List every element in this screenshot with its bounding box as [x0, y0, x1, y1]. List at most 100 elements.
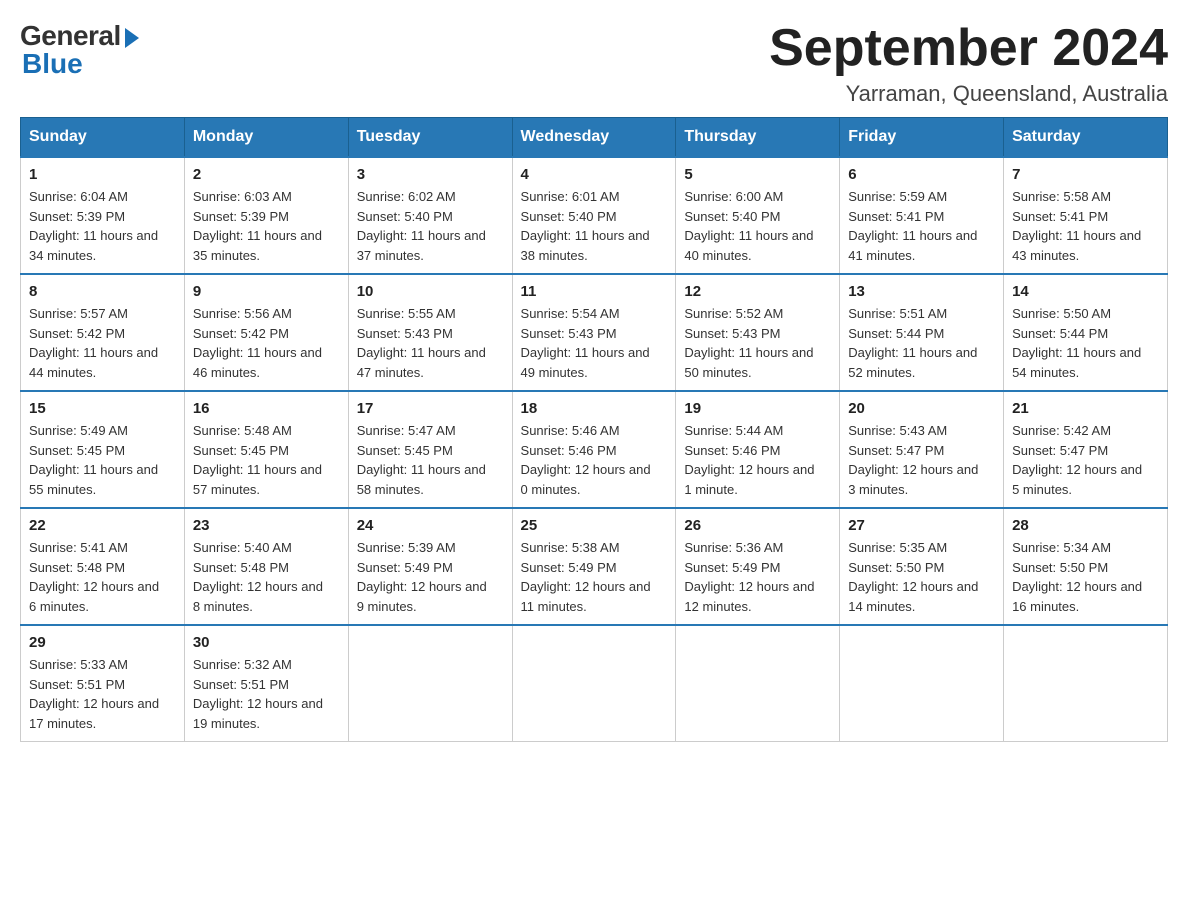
day-info: Sunrise: 6:03 AM Sunset: 5:39 PM Dayligh…: [193, 187, 340, 265]
day-info: Sunrise: 5:39 AM Sunset: 5:49 PM Dayligh…: [357, 538, 504, 616]
day-info: Sunrise: 5:41 AM Sunset: 5:48 PM Dayligh…: [29, 538, 176, 616]
calendar-cell: [1004, 625, 1168, 742]
calendar-cell: [840, 625, 1004, 742]
month-year-title: September 2024: [769, 20, 1168, 77]
header: General Blue September 2024 Yarraman, Qu…: [20, 20, 1168, 107]
calendar-cell: 22 Sunrise: 5:41 AM Sunset: 5:48 PM Dayl…: [21, 508, 185, 625]
day-number: 26: [684, 517, 831, 534]
weekday-header-row: SundayMondayTuesdayWednesdayThursdayFrid…: [21, 118, 1168, 158]
weekday-header-sunday: Sunday: [21, 118, 185, 158]
weekday-header-saturday: Saturday: [1004, 118, 1168, 158]
day-number: 18: [521, 400, 668, 417]
day-number: 17: [357, 400, 504, 417]
day-number: 10: [357, 283, 504, 300]
day-info: Sunrise: 5:42 AM Sunset: 5:47 PM Dayligh…: [1012, 421, 1159, 499]
day-number: 6: [848, 166, 995, 183]
day-number: 19: [684, 400, 831, 417]
day-number: 1: [29, 166, 176, 183]
day-info: Sunrise: 5:59 AM Sunset: 5:41 PM Dayligh…: [848, 187, 995, 265]
calendar-cell: 20 Sunrise: 5:43 AM Sunset: 5:47 PM Dayl…: [840, 391, 1004, 508]
day-number: 24: [357, 517, 504, 534]
day-info: Sunrise: 5:44 AM Sunset: 5:46 PM Dayligh…: [684, 421, 831, 499]
calendar-cell: 12 Sunrise: 5:52 AM Sunset: 5:43 PM Dayl…: [676, 274, 840, 391]
location-title: Yarraman, Queensland, Australia: [769, 81, 1168, 107]
day-info: Sunrise: 5:34 AM Sunset: 5:50 PM Dayligh…: [1012, 538, 1159, 616]
weekday-header-tuesday: Tuesday: [348, 118, 512, 158]
calendar-cell: 25 Sunrise: 5:38 AM Sunset: 5:49 PM Dayl…: [512, 508, 676, 625]
calendar-cell: [512, 625, 676, 742]
calendar-cell: 24 Sunrise: 5:39 AM Sunset: 5:49 PM Dayl…: [348, 508, 512, 625]
day-info: Sunrise: 5:36 AM Sunset: 5:49 PM Dayligh…: [684, 538, 831, 616]
day-number: 23: [193, 517, 340, 534]
calendar-cell: [676, 625, 840, 742]
day-info: Sunrise: 5:56 AM Sunset: 5:42 PM Dayligh…: [193, 304, 340, 382]
calendar-cell: 19 Sunrise: 5:44 AM Sunset: 5:46 PM Dayl…: [676, 391, 840, 508]
day-info: Sunrise: 5:57 AM Sunset: 5:42 PM Dayligh…: [29, 304, 176, 382]
day-info: Sunrise: 5:54 AM Sunset: 5:43 PM Dayligh…: [521, 304, 668, 382]
day-number: 20: [848, 400, 995, 417]
day-number: 27: [848, 517, 995, 534]
day-number: 3: [357, 166, 504, 183]
day-number: 12: [684, 283, 831, 300]
day-number: 28: [1012, 517, 1159, 534]
calendar-cell: 8 Sunrise: 5:57 AM Sunset: 5:42 PM Dayli…: [21, 274, 185, 391]
day-info: Sunrise: 5:50 AM Sunset: 5:44 PM Dayligh…: [1012, 304, 1159, 382]
day-info: Sunrise: 5:43 AM Sunset: 5:47 PM Dayligh…: [848, 421, 995, 499]
day-info: Sunrise: 5:51 AM Sunset: 5:44 PM Dayligh…: [848, 304, 995, 382]
logo-blue-text: Blue: [20, 48, 83, 80]
week-row-5: 29 Sunrise: 5:33 AM Sunset: 5:51 PM Dayl…: [21, 625, 1168, 742]
day-info: Sunrise: 5:55 AM Sunset: 5:43 PM Dayligh…: [357, 304, 504, 382]
day-info: Sunrise: 5:46 AM Sunset: 5:46 PM Dayligh…: [521, 421, 668, 499]
day-info: Sunrise: 5:35 AM Sunset: 5:50 PM Dayligh…: [848, 538, 995, 616]
day-info: Sunrise: 6:01 AM Sunset: 5:40 PM Dayligh…: [521, 187, 668, 265]
calendar-cell: 26 Sunrise: 5:36 AM Sunset: 5:49 PM Dayl…: [676, 508, 840, 625]
logo: General Blue: [20, 20, 139, 80]
day-number: 4: [521, 166, 668, 183]
calendar-table: SundayMondayTuesdayWednesdayThursdayFrid…: [20, 117, 1168, 742]
calendar-cell: 4 Sunrise: 6:01 AM Sunset: 5:40 PM Dayli…: [512, 157, 676, 274]
day-number: 2: [193, 166, 340, 183]
calendar-cell: 13 Sunrise: 5:51 AM Sunset: 5:44 PM Dayl…: [840, 274, 1004, 391]
calendar-cell: 3 Sunrise: 6:02 AM Sunset: 5:40 PM Dayli…: [348, 157, 512, 274]
day-info: Sunrise: 5:40 AM Sunset: 5:48 PM Dayligh…: [193, 538, 340, 616]
calendar-cell: 30 Sunrise: 5:32 AM Sunset: 5:51 PM Dayl…: [184, 625, 348, 742]
day-number: 5: [684, 166, 831, 183]
day-info: Sunrise: 5:49 AM Sunset: 5:45 PM Dayligh…: [29, 421, 176, 499]
calendar-cell: 23 Sunrise: 5:40 AM Sunset: 5:48 PM Dayl…: [184, 508, 348, 625]
day-info: Sunrise: 5:52 AM Sunset: 5:43 PM Dayligh…: [684, 304, 831, 382]
calendar-cell: 27 Sunrise: 5:35 AM Sunset: 5:50 PM Dayl…: [840, 508, 1004, 625]
day-number: 30: [193, 634, 340, 651]
calendar-cell: 15 Sunrise: 5:49 AM Sunset: 5:45 PM Dayl…: [21, 391, 185, 508]
day-info: Sunrise: 5:32 AM Sunset: 5:51 PM Dayligh…: [193, 655, 340, 733]
calendar-cell: 14 Sunrise: 5:50 AM Sunset: 5:44 PM Dayl…: [1004, 274, 1168, 391]
weekday-header-friday: Friday: [840, 118, 1004, 158]
title-area: September 2024 Yarraman, Queensland, Aus…: [769, 20, 1168, 107]
day-info: Sunrise: 5:58 AM Sunset: 5:41 PM Dayligh…: [1012, 187, 1159, 265]
calendar-cell: 10 Sunrise: 5:55 AM Sunset: 5:43 PM Dayl…: [348, 274, 512, 391]
day-number: 7: [1012, 166, 1159, 183]
calendar-cell: 21 Sunrise: 5:42 AM Sunset: 5:47 PM Dayl…: [1004, 391, 1168, 508]
day-number: 9: [193, 283, 340, 300]
weekday-header-wednesday: Wednesday: [512, 118, 676, 158]
day-number: 14: [1012, 283, 1159, 300]
calendar-cell: 7 Sunrise: 5:58 AM Sunset: 5:41 PM Dayli…: [1004, 157, 1168, 274]
calendar-cell: 1 Sunrise: 6:04 AM Sunset: 5:39 PM Dayli…: [21, 157, 185, 274]
calendar-cell: 18 Sunrise: 5:46 AM Sunset: 5:46 PM Dayl…: [512, 391, 676, 508]
day-number: 8: [29, 283, 176, 300]
day-info: Sunrise: 6:02 AM Sunset: 5:40 PM Dayligh…: [357, 187, 504, 265]
day-info: Sunrise: 6:04 AM Sunset: 5:39 PM Dayligh…: [29, 187, 176, 265]
day-info: Sunrise: 5:33 AM Sunset: 5:51 PM Dayligh…: [29, 655, 176, 733]
calendar-cell: 6 Sunrise: 5:59 AM Sunset: 5:41 PM Dayli…: [840, 157, 1004, 274]
day-number: 15: [29, 400, 176, 417]
calendar-cell: 5 Sunrise: 6:00 AM Sunset: 5:40 PM Dayli…: [676, 157, 840, 274]
logo-arrow-icon: [125, 28, 139, 48]
calendar-cell: 29 Sunrise: 5:33 AM Sunset: 5:51 PM Dayl…: [21, 625, 185, 742]
weekday-header-monday: Monday: [184, 118, 348, 158]
day-info: Sunrise: 5:38 AM Sunset: 5:49 PM Dayligh…: [521, 538, 668, 616]
calendar-cell: 9 Sunrise: 5:56 AM Sunset: 5:42 PM Dayli…: [184, 274, 348, 391]
calendar-cell: 11 Sunrise: 5:54 AM Sunset: 5:43 PM Dayl…: [512, 274, 676, 391]
day-number: 22: [29, 517, 176, 534]
week-row-3: 15 Sunrise: 5:49 AM Sunset: 5:45 PM Dayl…: [21, 391, 1168, 508]
week-row-1: 1 Sunrise: 6:04 AM Sunset: 5:39 PM Dayli…: [21, 157, 1168, 274]
day-info: Sunrise: 5:47 AM Sunset: 5:45 PM Dayligh…: [357, 421, 504, 499]
